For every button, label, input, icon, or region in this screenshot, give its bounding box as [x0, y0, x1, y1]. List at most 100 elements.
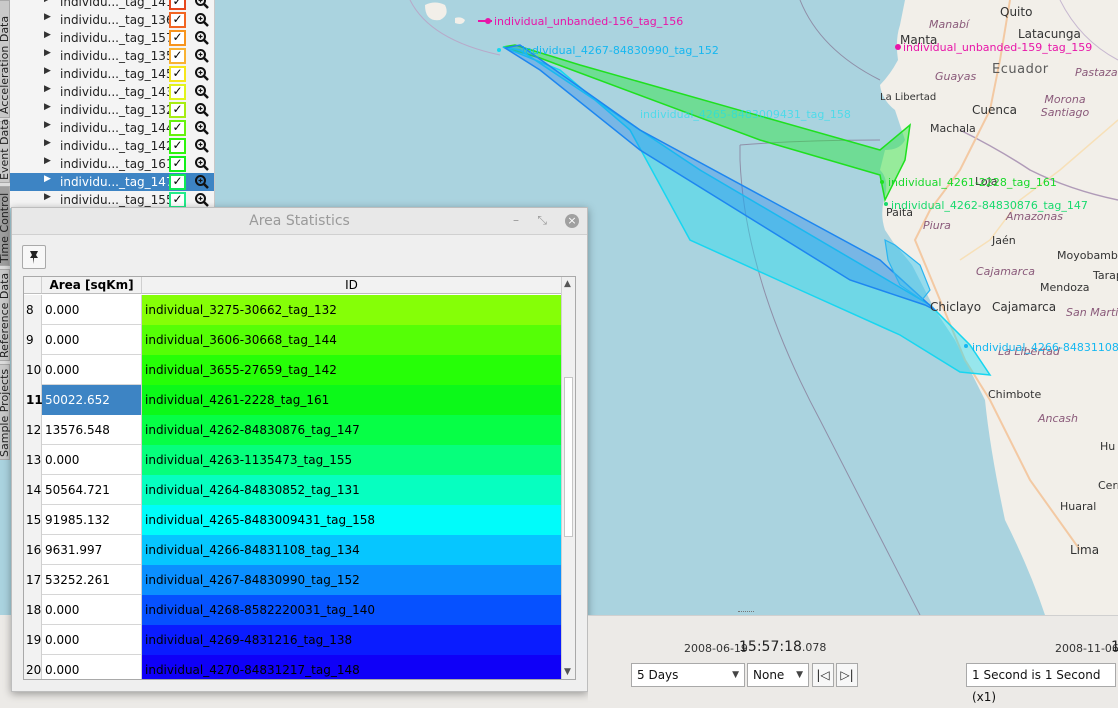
- expand-arrow-icon[interactable]: ▶: [44, 138, 51, 148]
- table-row[interactable]: 13 0.000 individual_4263-1135473_tag_155: [24, 445, 562, 475]
- restore-button[interactable]: ⤡: [537, 213, 547, 228]
- row-number[interactable]: 11: [24, 385, 43, 415]
- table-row[interactable]: 19 0.000 individual_4269-4831216_tag_138: [24, 625, 562, 655]
- area-cell[interactable]: 13576.548: [42, 415, 142, 445]
- zoom-to-icon[interactable]: [194, 192, 210, 208]
- tree-row[interactable]: ▶ individu..._tag_161 ✓: [10, 155, 214, 173]
- id-cell[interactable]: individual_4265-8483009431_tag_158: [142, 505, 562, 535]
- expand-arrow-icon[interactable]: ▶: [44, 120, 51, 130]
- tab-time-control[interactable]: Time Control: [0, 186, 11, 266]
- area-cell[interactable]: 53252.261: [42, 565, 142, 595]
- table-row[interactable]: 20 0.000 individual_4270-84831217_tag_148: [24, 655, 562, 679]
- row-number[interactable]: 15: [24, 505, 42, 535]
- table-row[interactable]: 14 50564.721 individual_4264-84830852_tag_…: [24, 475, 562, 505]
- expand-arrow-icon[interactable]: ▶: [44, 102, 51, 112]
- id-cell[interactable]: individual_4270-84831217_tag_148: [142, 655, 562, 679]
- row-number[interactable]: 14: [24, 475, 42, 505]
- col-header-area[interactable]: Area [sqKm]: [42, 277, 142, 294]
- id-cell[interactable]: individual_4264-84830852_tag_131: [142, 475, 562, 505]
- table-row[interactable]: 10 0.000 individual_3655-27659_tag_142: [24, 355, 562, 385]
- visibility-checkbox[interactable]: ✓: [169, 138, 186, 154]
- row-number[interactable]: 9: [24, 325, 42, 355]
- map-resize-handle[interactable]: [738, 611, 754, 614]
- step-size-select[interactable]: 5 Days ▼: [631, 663, 745, 687]
- area-cell[interactable]: 0.000: [42, 445, 142, 475]
- step-forward-button[interactable]: ▷|: [836, 663, 858, 687]
- area-cell[interactable]: 50564.721: [42, 475, 142, 505]
- row-number[interactable]: 17: [24, 565, 42, 595]
- vertical-scrollbar[interactable]: ▲ ▼: [561, 277, 575, 679]
- visibility-checkbox[interactable]: ✓: [169, 102, 186, 118]
- area-cell[interactable]: 0.000: [42, 325, 142, 355]
- id-cell[interactable]: individual_4266-84831108_tag_134: [142, 535, 562, 565]
- mode-select[interactable]: None ▼: [747, 663, 809, 687]
- table-row[interactable]: 15 91985.132 individual_4265-8483009431_ta…: [24, 505, 562, 535]
- tree-row[interactable]: ▶ individu..._tag_135 ✓: [10, 47, 214, 65]
- window-title[interactable]: Area Statistics: [12, 208, 587, 235]
- row-number[interactable]: 16: [24, 535, 42, 565]
- table-row[interactable]: 16 9631.997 individual_4266-84831108_tag_1…: [24, 535, 562, 565]
- table-row[interactable]: 12 13576.548 individual_4262-84830876_tag_…: [24, 415, 562, 445]
- expand-arrow-icon[interactable]: ▶: [44, 0, 51, 4]
- visibility-checkbox[interactable]: ✓: [169, 48, 186, 64]
- tab-reference-data[interactable]: Reference Data: [0, 269, 11, 361]
- row-number[interactable]: 8: [24, 295, 42, 325]
- tree-row[interactable]: ▶ individu..._tag_136 ✓: [10, 11, 214, 29]
- tree-row[interactable]: ▶ individu..._tag_132 ✓: [10, 101, 214, 119]
- expand-arrow-icon[interactable]: ▶: [44, 174, 51, 184]
- expand-arrow-icon[interactable]: ▶: [44, 48, 51, 58]
- visibility-checkbox[interactable]: ✓: [169, 30, 186, 46]
- table-row[interactable]: 17 53252.261 individual_4267-84830990_tag_…: [24, 565, 562, 595]
- expand-arrow-icon[interactable]: ▶: [44, 192, 51, 202]
- table-row[interactable]: 8 0.000 individual_3275-30662_tag_132: [24, 295, 562, 325]
- id-cell[interactable]: individual_4262-84830876_tag_147: [142, 415, 562, 445]
- visibility-checkbox[interactable]: ✓: [169, 156, 186, 172]
- tree-row[interactable]: ▶ individu..._tag_142 ✓: [10, 137, 214, 155]
- tree-row[interactable]: ▶ individu..._tag_155 ✓: [10, 191, 214, 208]
- row-number[interactable]: 18: [24, 595, 42, 625]
- visibility-checkbox[interactable]: ✓: [169, 120, 186, 136]
- minimize-button[interactable]: –: [513, 213, 519, 227]
- visibility-checkbox[interactable]: ✓: [169, 192, 186, 208]
- visibility-checkbox[interactable]: ✓: [169, 66, 186, 82]
- id-cell[interactable]: individual_4268-8582220031_tag_140: [142, 595, 562, 625]
- area-cell[interactable]: 0.000: [42, 355, 142, 385]
- row-number[interactable]: 12: [24, 415, 42, 445]
- table-row[interactable]: 9 0.000 individual_3606-30668_tag_144: [24, 325, 562, 355]
- close-button[interactable]: ×: [565, 214, 579, 228]
- tab-event-data[interactable]: Event Data: [0, 119, 11, 183]
- expand-arrow-icon[interactable]: ▶: [44, 12, 51, 22]
- id-cell[interactable]: individual_4263-1135473_tag_155: [142, 445, 562, 475]
- tree-row[interactable]: ▶ individu..._tag_157 ✓: [10, 29, 214, 47]
- pin-button[interactable]: [22, 245, 46, 269]
- scroll-up-icon[interactable]: ▲: [564, 279, 571, 289]
- tab-sample-projects[interactable]: Sample Projects: [0, 364, 11, 460]
- tree-row[interactable]: ▶ individu..._tag_144 ✓: [10, 119, 214, 137]
- expand-arrow-icon[interactable]: ▶: [44, 30, 51, 40]
- id-cell[interactable]: individual_3606-30668_tag_144: [142, 325, 562, 355]
- tab-acceleration-data[interactable]: Acceleration Data: [0, 0, 11, 118]
- visibility-checkbox[interactable]: ✓: [169, 84, 186, 100]
- table-row[interactable]: 11 50022.652 individual_4261-2228_tag_161: [24, 385, 562, 415]
- tree-row[interactable]: ▶ individu..._tag_147 ✓: [10, 173, 214, 191]
- row-number[interactable]: 10: [24, 355, 42, 385]
- id-cell[interactable]: individual_4267-84830990_tag_152: [142, 565, 562, 595]
- row-number[interactable]: 19: [24, 625, 42, 655]
- table-row[interactable]: 18 0.000 individual_4268-8582220031_tag_14…: [24, 595, 562, 625]
- tree-row[interactable]: ▶ individu..._tag_141✓: [10, 0, 214, 11]
- visibility-checkbox[interactable]: ✓: [169, 0, 186, 10]
- expand-arrow-icon[interactable]: ▶: [44, 66, 51, 76]
- visibility-checkbox[interactable]: ✓: [169, 12, 186, 28]
- area-cell[interactable]: 91985.132: [42, 505, 142, 535]
- tree-row[interactable]: ▶ individu..._tag_145 ✓: [10, 65, 214, 83]
- col-header-id[interactable]: ID: [142, 277, 562, 294]
- id-cell[interactable]: individual_4261-2228_tag_161: [142, 385, 562, 415]
- scroll-down-icon[interactable]: ▼: [564, 667, 571, 677]
- id-cell[interactable]: individual_3275-30662_tag_132: [142, 295, 562, 325]
- tree-row[interactable]: ▶ individu..._tag_143 ✓: [10, 83, 214, 101]
- area-cell[interactable]: 0.000: [42, 295, 142, 325]
- id-cell[interactable]: individual_4269-4831216_tag_138: [142, 625, 562, 655]
- id-cell[interactable]: individual_3655-27659_tag_142: [142, 355, 562, 385]
- scroll-thumb[interactable]: [564, 377, 573, 537]
- expand-arrow-icon[interactable]: ▶: [44, 156, 51, 166]
